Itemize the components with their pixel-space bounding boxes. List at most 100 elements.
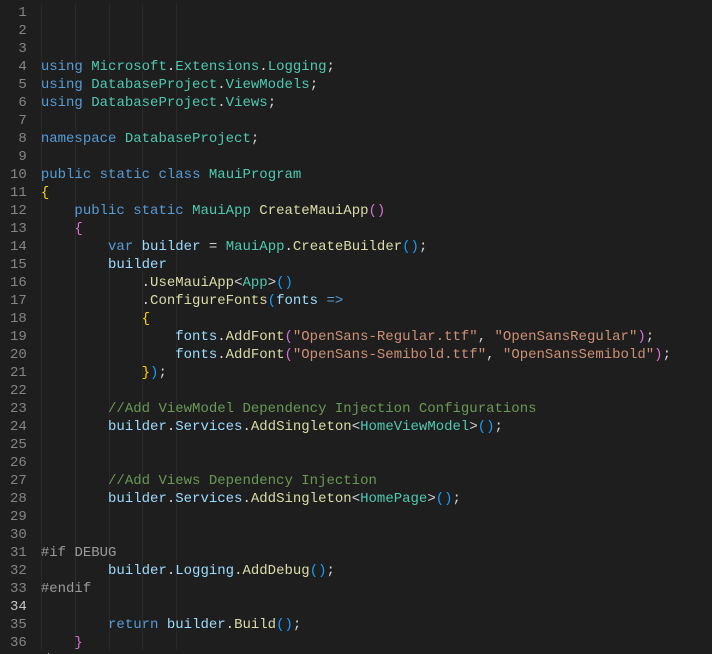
code-line[interactable]: namespace DatabaseProject; <box>41 130 712 148</box>
token-punc: ; <box>419 239 427 255</box>
token-var: builder <box>108 563 167 579</box>
token-punc <box>41 239 108 255</box>
token-punc: . <box>167 491 175 507</box>
code-line[interactable]: { <box>41 220 712 238</box>
code-line[interactable]: using DatabaseProject.ViewModels; <box>41 76 712 94</box>
token-punc: . <box>217 95 225 111</box>
code-line[interactable]: .UseMauiApp<App>() <box>41 274 712 292</box>
code-line[interactable]: builder.Logging.AddDebug(); <box>41 562 712 580</box>
token-punc <box>41 221 75 237</box>
token-punc: . <box>217 347 225 363</box>
code-line[interactable] <box>41 112 712 130</box>
token-punc: ; <box>327 563 335 579</box>
token-punc <box>318 293 326 309</box>
token-kw: public <box>74 203 124 219</box>
code-line[interactable]: //Add Views Dependency Injection <box>41 472 712 490</box>
code-line[interactable] <box>41 382 712 400</box>
code-line[interactable] <box>41 454 712 472</box>
line-number: 23 <box>10 400 27 418</box>
line-number: 13 <box>10 220 27 238</box>
token-punc <box>83 59 91 75</box>
token-brP: ) <box>654 347 662 363</box>
token-punc <box>200 167 208 183</box>
token-brP: ) <box>637 329 645 345</box>
token-punc: ; <box>310 77 318 93</box>
code-line[interactable]: { <box>41 184 712 202</box>
code-line[interactable]: }); <box>41 364 712 382</box>
token-punc: > <box>427 491 435 507</box>
code-line[interactable]: fonts.AddFont("OpenSans-Semibold.ttf", "… <box>41 346 712 364</box>
token-punc: . <box>285 239 293 255</box>
token-fn: CreateBuilder <box>293 239 402 255</box>
token-punc <box>41 257 108 273</box>
token-kw: namespace <box>41 131 117 147</box>
code-line[interactable]: using Microsoft.Extensions.Logging; <box>41 58 712 76</box>
token-brB: () <box>276 617 293 633</box>
code-line[interactable]: public static MauiApp CreateMauiApp() <box>41 202 712 220</box>
token-brP: () <box>369 203 386 219</box>
code-line[interactable]: return builder.Build(); <box>41 616 712 634</box>
token-ns: ViewModels <box>226 77 310 93</box>
code-line[interactable]: } <box>41 634 712 652</box>
token-cmt: //Add ViewModel Dependency Injection Con… <box>108 401 536 417</box>
token-fn: CreateMauiApp <box>259 203 368 219</box>
token-punc: ; <box>251 131 259 147</box>
code-line[interactable] <box>41 148 712 166</box>
token-punc: ; <box>453 491 461 507</box>
line-number: 1 <box>10 4 27 22</box>
code-line[interactable]: var builder = MauiApp.CreateBuilder(); <box>41 238 712 256</box>
code-line[interactable]: builder.Services.AddSingleton<HomePage>(… <box>41 490 712 508</box>
token-brB: () <box>402 239 419 255</box>
token-punc: . <box>226 617 234 633</box>
line-number: 20 <box>10 346 27 364</box>
token-var: fonts <box>175 329 217 345</box>
token-ns: HomePage <box>360 491 427 507</box>
code-editor[interactable]: 1234567891011121314151617181920212223242… <box>0 0 712 654</box>
line-number: 5 <box>10 76 27 94</box>
token-ns: Extensions <box>175 59 259 75</box>
line-number: 8 <box>10 130 27 148</box>
code-line[interactable]: #if DEBUG <box>41 544 712 562</box>
code-line[interactable]: builder.Services.AddSingleton<HomeViewMo… <box>41 418 712 436</box>
code-area[interactable]: using Microsoft.Extensions.Logging;using… <box>41 0 712 654</box>
token-ns: MauiProgram <box>209 167 301 183</box>
line-number: 35 <box>10 616 27 634</box>
code-line[interactable]: #endif <box>41 580 712 598</box>
token-punc <box>41 365 142 381</box>
token-punc <box>41 563 108 579</box>
token-brP: } <box>74 635 82 651</box>
line-number: 22 <box>10 382 27 400</box>
token-kw: static <box>133 203 183 219</box>
token-punc: . <box>242 491 250 507</box>
token-punc: . <box>142 293 150 309</box>
token-punc <box>41 419 108 435</box>
token-punc: < <box>352 491 360 507</box>
line-number: 24 <box>10 418 27 436</box>
token-ns: App <box>242 275 267 291</box>
code-line[interactable]: fonts.AddFont("OpenSans-Regular.ttf", "O… <box>41 328 712 346</box>
token-brB: () <box>276 275 293 291</box>
code-line[interactable]: { <box>41 310 712 328</box>
code-line[interactable] <box>41 526 712 544</box>
token-kw: using <box>41 77 83 93</box>
token-punc: ; <box>158 365 166 381</box>
code-line[interactable]: public static class MauiProgram <box>41 166 712 184</box>
token-brY: } <box>142 365 150 381</box>
code-line[interactable]: using DatabaseProject.Views; <box>41 94 712 112</box>
token-kw: var <box>108 239 133 255</box>
line-number: 31 <box>10 544 27 562</box>
code-line[interactable] <box>41 508 712 526</box>
code-line[interactable]: //Add ViewModel Dependency Injection Con… <box>41 400 712 418</box>
code-line[interactable] <box>41 436 712 454</box>
code-line[interactable]: .ConfigureFonts(fonts => <box>41 292 712 310</box>
line-number: 18 <box>10 310 27 328</box>
token-ns: DatabaseProject <box>91 95 217 111</box>
line-number: 17 <box>10 292 27 310</box>
token-punc <box>158 617 166 633</box>
line-number: 12 <box>10 202 27 220</box>
token-var: Services <box>175 419 242 435</box>
token-punc: ; <box>268 95 276 111</box>
code-line[interactable]: builder <box>41 256 712 274</box>
code-line[interactable] <box>41 598 712 616</box>
token-punc <box>41 329 175 345</box>
